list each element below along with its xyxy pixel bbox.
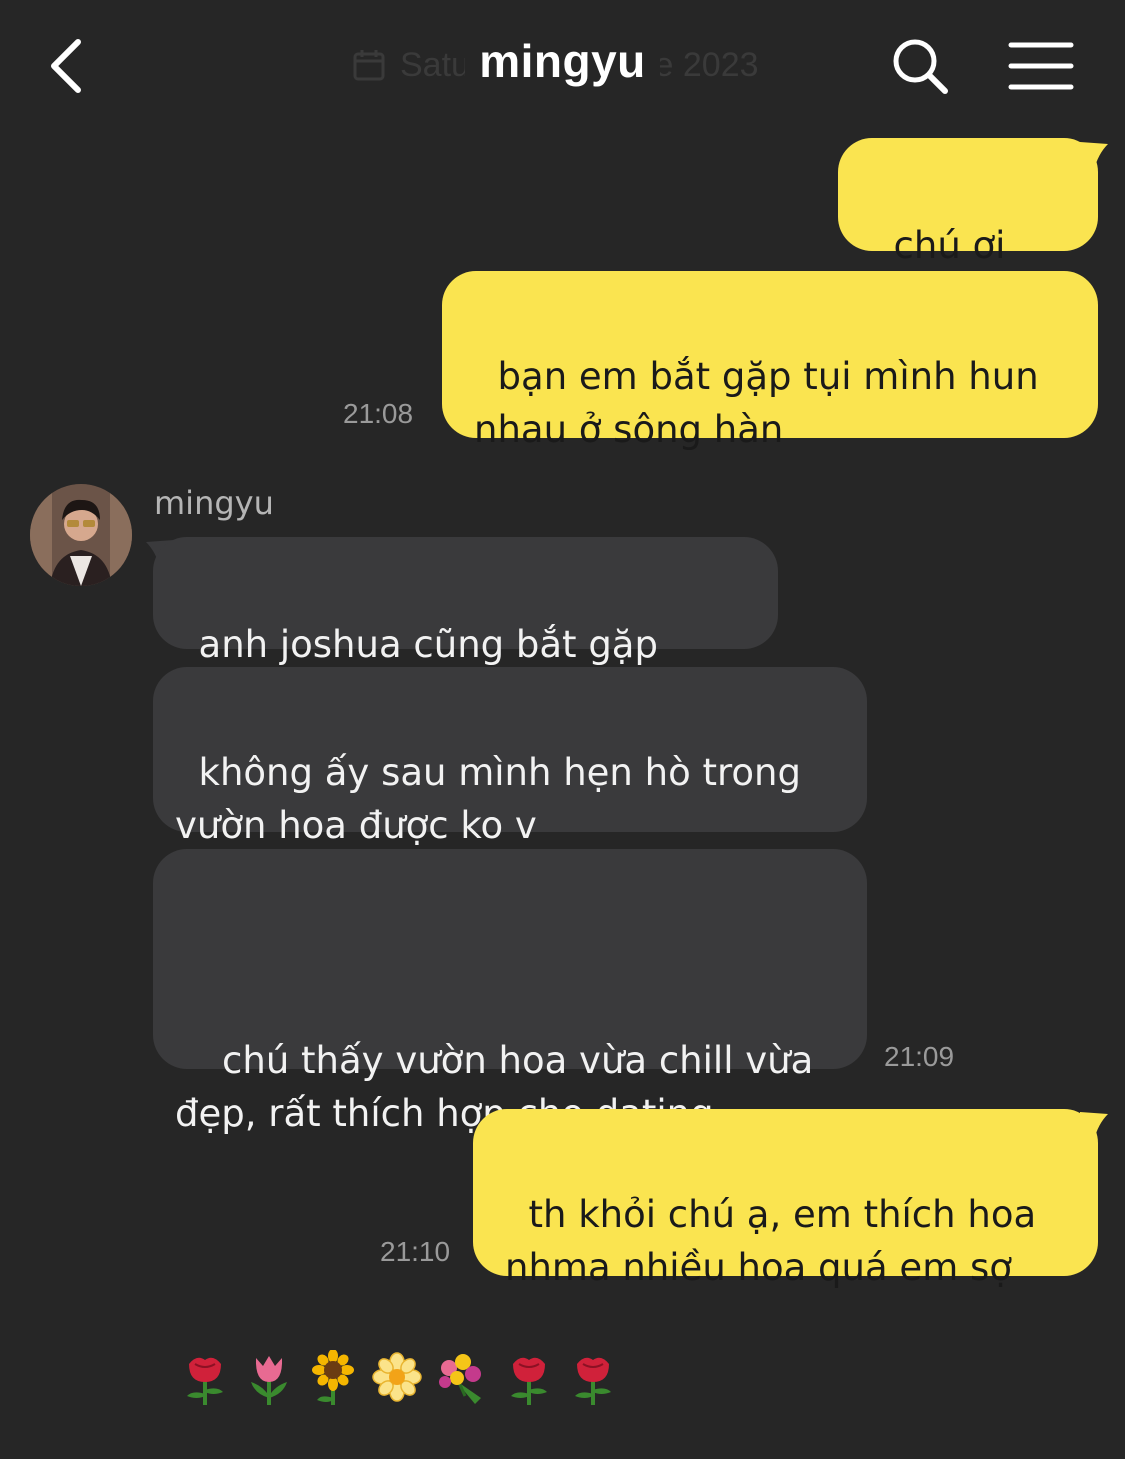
flower-emoji-row	[179, 1350, 835, 1406]
bubble-tail	[1080, 142, 1108, 170]
message-bubble-received[interactable]: chú thấy vườn hoa vừa chill vừa đẹp, rất…	[153, 849, 867, 1405]
tulip-icon	[251, 1356, 287, 1405]
sender-name: mingyu	[154, 484, 274, 522]
hamburger-menu-icon	[1008, 42, 1074, 90]
message-bubble-sent[interactable]: chú ơi	[838, 138, 1098, 376]
message-timestamp: 21:09	[884, 1041, 955, 1072]
message-bubble-received[interactable]: anh joshua cũng bắt gặp	[153, 537, 778, 778]
chat-title-wrap: mingyu	[0, 34, 1125, 88]
sunflower-icon	[312, 1350, 354, 1405]
search-icon	[893, 39, 948, 94]
message-bubble-received[interactable]: không ấy sau mình hẹn hò trong vườn hoa …	[153, 667, 867, 847]
message-text: chú ơi	[893, 224, 1006, 267]
chat-title[interactable]: mingyu	[465, 35, 660, 87]
message-text: anh joshua cũng bắt gặp	[198, 623, 658, 666]
search-button[interactable]	[884, 30, 956, 102]
menu-button[interactable]	[1002, 30, 1080, 102]
blossom-icon	[372, 1352, 422, 1402]
message-text: bạn em bắt gặp tụi mình hun nhau ở sông …	[474, 355, 1039, 451]
rose-icon	[187, 1357, 223, 1405]
message-text: th khỏi chú ạ, em thích hoa nhma nhiều h…	[505, 1193, 1037, 1289]
bouquet-icon	[439, 1354, 481, 1404]
message-timestamp: 21:10	[380, 1236, 451, 1267]
calendar-icon	[353, 50, 385, 81]
avatar[interactable]	[30, 484, 132, 586]
message-timestamp: 21:08	[343, 398, 414, 429]
rose-icon	[511, 1357, 547, 1405]
bubble-tail	[1080, 1112, 1108, 1140]
chevron-left-icon	[51, 39, 81, 93]
message-text: không ấy sau mình hẹn hò trong vườn hoa …	[175, 751, 801, 847]
back-button[interactable]	[36, 30, 96, 102]
rose-icon	[575, 1357, 611, 1405]
message-bubble-sent[interactable]: th khỏi chú ạ, em thích hoa nhma nhiều h…	[473, 1109, 1098, 1289]
message-bubble-sent[interactable]: bạn em bắt gặp tụi mình hun nhau ở sông …	[442, 271, 1098, 451]
